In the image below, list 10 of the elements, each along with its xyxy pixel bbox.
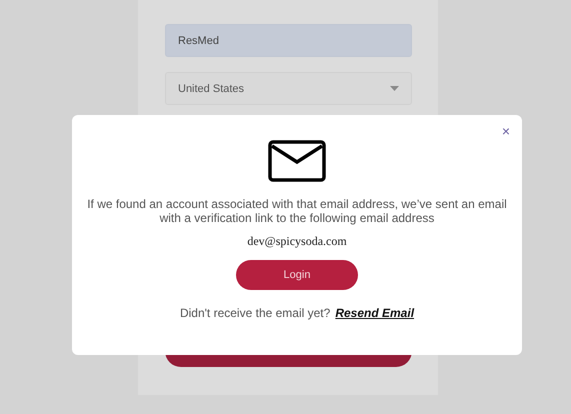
envelope-icon xyxy=(268,140,326,182)
caret-icon xyxy=(390,86,399,91)
email-address: dev@spicysoda.com xyxy=(247,234,347,249)
country-dropdown[interactable]: United States xyxy=(165,72,412,105)
login-button[interactable]: Login xyxy=(236,260,358,290)
resend-prompt: Didn't receive the email yet? xyxy=(180,306,330,320)
message-text: If we found an account associated with that email address, we’ve sent an email with a verification link to the following email address xyxy=(87,197,507,225)
resend-email-link[interactable]: Resend Email xyxy=(335,306,414,320)
close-button[interactable]: × xyxy=(502,124,510,138)
company-field[interactable]: ResMed xyxy=(165,24,412,57)
